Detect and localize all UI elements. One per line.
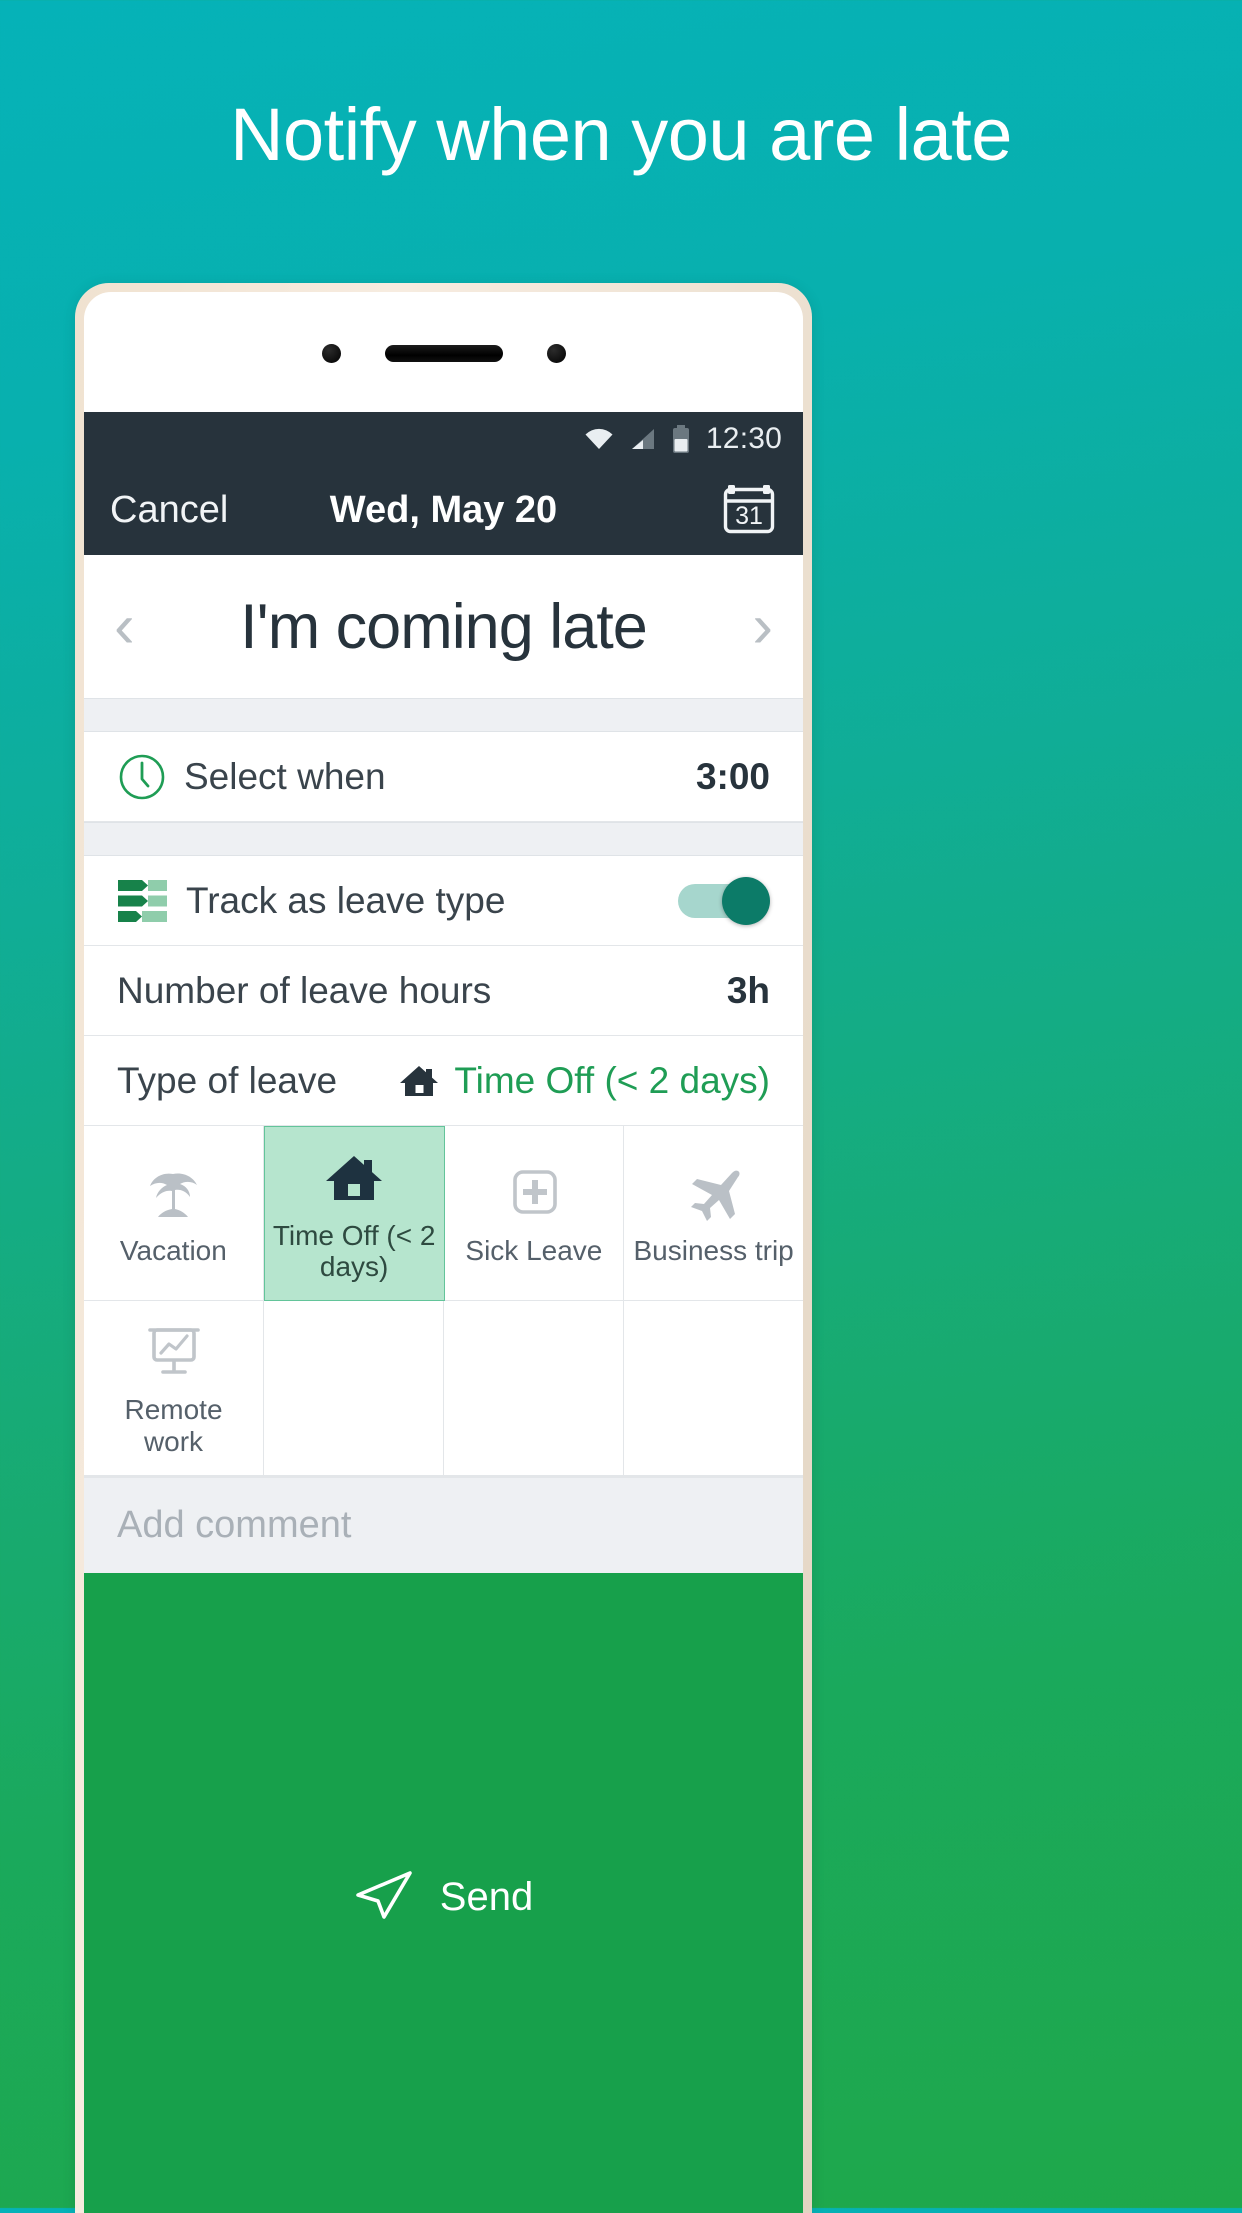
airplane-icon [683, 1160, 745, 1222]
type-of-leave-row[interactable]: Type of leave Time Off (< 2 days) [84, 1036, 803, 1126]
comment-placeholder: Add comment [117, 1504, 352, 1546]
leave-tile-empty-slot [264, 1301, 444, 1476]
leave-tile-empty-slot [444, 1301, 624, 1476]
leave-type-tile-row-1: Vacation Time Off (< 2 days) Sick Leave … [84, 1126, 803, 1301]
status-bar-clock: 12:30 [705, 422, 782, 455]
leave-type-tile-row-2: Remote work [84, 1301, 803, 1476]
comment-field[interactable]: Add comment [84, 1477, 803, 1573]
cellular-signal-icon [630, 427, 656, 451]
wifi-icon [584, 427, 614, 451]
leave-type-tile-grid: Vacation Time Off (< 2 days) Sick Leave … [84, 1126, 803, 1477]
phone-screen-frame: 12:30 Cancel Wed, May 20 31 ‹ I'm coming… [84, 292, 803, 2213]
front-camera-icon [546, 344, 566, 363]
app-bar: Cancel Wed, May 20 31 [84, 466, 803, 555]
plus-square-icon [503, 1160, 565, 1222]
leave-tile-label: Time Off (< 2 days) [272, 1219, 436, 1282]
app-screen: 12:30 Cancel Wed, May 20 31 ‹ I'm coming… [84, 412, 803, 2213]
presentation-chart-icon [143, 1319, 205, 1381]
chevron-right-icon[interactable]: › [752, 595, 773, 658]
number-of-leave-hours-label: Number of leave hours [117, 969, 492, 1011]
phone-mockup: 12:30 Cancel Wed, May 20 31 ‹ I'm coming… [75, 283, 812, 2213]
leave-tile-label: Remote work [124, 1394, 223, 1457]
battery-icon [672, 425, 690, 453]
type-of-leave-value: Time Off (< 2 days) [454, 1059, 770, 1101]
leave-tile-time-off[interactable]: Time Off (< 2 days) [263, 1126, 445, 1301]
leave-tile-label: Business trip [633, 1234, 794, 1266]
leave-tile-business-trip[interactable]: Business trip [624, 1126, 803, 1301]
number-of-leave-hours-value: 3h [726, 969, 770, 1011]
number-of-leave-hours-row[interactable]: Number of leave hours 3h [84, 946, 803, 1036]
select-when-value: 3:00 [695, 755, 770, 797]
earpiece-speaker-icon [384, 345, 503, 362]
track-as-leave-type-row[interactable]: Track as leave type [84, 856, 803, 946]
phone-top-hardware [84, 344, 803, 363]
house-icon [323, 1145, 385, 1207]
paper-plane-icon [354, 1869, 414, 1926]
calendar-icon[interactable]: 31 [721, 480, 777, 541]
leave-tile-vacation[interactable]: Vacation [84, 1126, 264, 1301]
screen-title: I'm coming late [240, 591, 648, 662]
select-when-label: Select when [184, 755, 386, 797]
screen-title-row: ‹ I'm coming late › [84, 555, 803, 698]
send-label: Send [439, 1875, 534, 1919]
status-bar: 12:30 [84, 412, 803, 466]
leave-tile-sick-leave[interactable]: Sick Leave [444, 1126, 625, 1301]
type-of-leave-label: Type of leave [117, 1059, 338, 1101]
chevron-left-icon[interactable]: ‹ [114, 595, 135, 658]
section-divider-2 [84, 822, 803, 856]
toggle-thumb [722, 876, 770, 925]
page-title: Notify when you are late [230, 93, 1012, 176]
section-divider-1 [84, 698, 803, 732]
track-as-leave-type-toggle[interactable] [678, 876, 770, 925]
svg-text:31: 31 [735, 502, 763, 530]
leave-tile-empty-slot [624, 1301, 803, 1476]
track-as-leave-type-label: Track as leave type [186, 879, 506, 921]
select-when-row[interactable]: Select when 3:00 [84, 732, 803, 822]
type-of-leave-value-wrap: Time Off (< 2 days) [398, 1060, 770, 1102]
leave-tile-label: Vacation [119, 1234, 227, 1266]
clock-icon [117, 752, 167, 802]
sensor-dot-icon [321, 344, 341, 363]
cancel-button[interactable]: Cancel [110, 489, 228, 532]
leave-type-icon [117, 878, 169, 924]
leave-tile-remote-work[interactable]: Remote work [84, 1301, 264, 1476]
house-icon [398, 1063, 440, 1099]
leave-tile-label: Sick Leave [465, 1234, 603, 1266]
send-button[interactable]: Send [84, 1573, 803, 2213]
palm-tree-icon [142, 1160, 204, 1222]
